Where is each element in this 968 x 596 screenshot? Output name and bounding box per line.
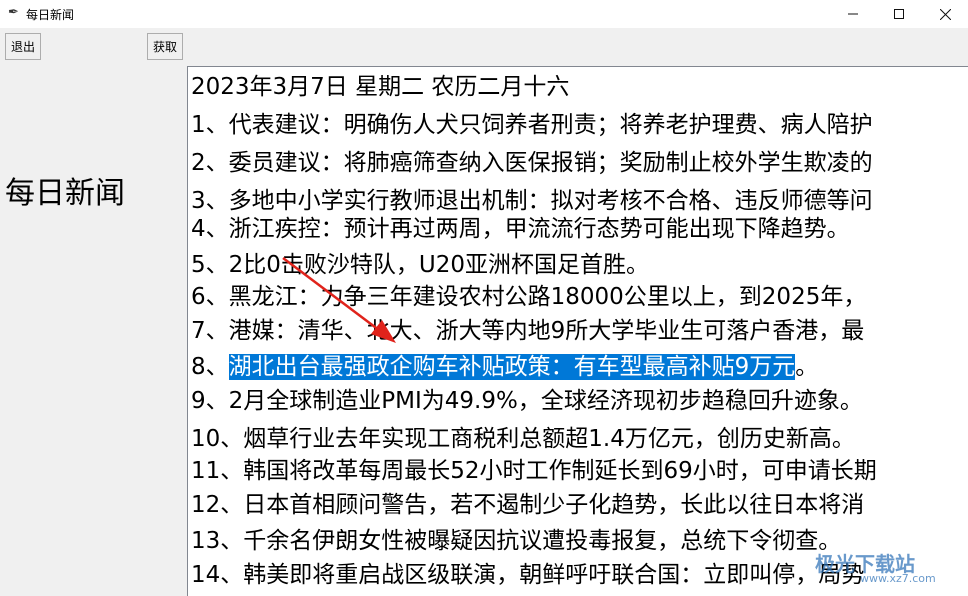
watermark-url: www.xz7.com	[860, 572, 936, 585]
annotation-arrow-icon	[282, 257, 396, 343]
